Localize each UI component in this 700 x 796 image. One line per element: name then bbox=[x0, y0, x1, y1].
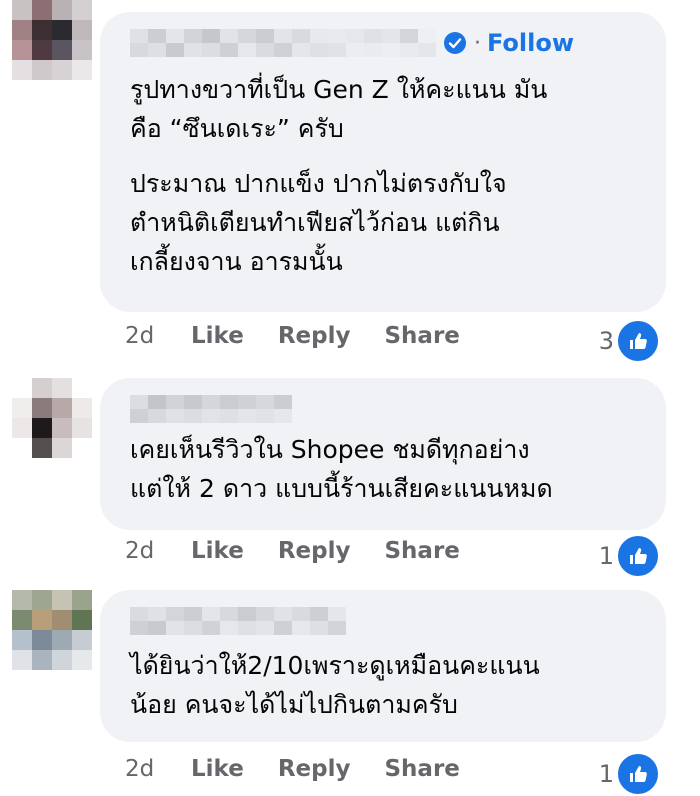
author-row: · Follow bbox=[130, 26, 574, 60]
comment-text: ได้ยินว่าให้2/10เพราะดูเหมือนคะแนน น้อย … bbox=[130, 646, 646, 724]
comment-line: น้อย คนจะได้ไม่ไปกินตามครับ bbox=[130, 690, 458, 719]
reply-button[interactable]: Reply bbox=[278, 538, 351, 564]
thumbs-up-icon bbox=[616, 534, 660, 578]
reply-button[interactable]: Reply bbox=[278, 756, 351, 782]
verified-badge-icon bbox=[444, 32, 466, 54]
comment-line: รูปทางขวาที่เป็น Gen Z ให้คะแนน มัน bbox=[130, 75, 548, 104]
author-name-blurred[interactable] bbox=[130, 29, 436, 57]
thumbs-up-icon bbox=[616, 752, 660, 796]
comment-line: ได้ยินว่าให้2/10เพราะดูเหมือนคะแนน bbox=[130, 651, 540, 680]
comment-text: เคยเห็นรีวิวใน Shopee ชมดีทุกอย่าง แต่ให… bbox=[130, 430, 646, 508]
comment-bubble: เคยเห็นรีวิวใน Shopee ชมดีทุกอย่าง แต่ให… bbox=[100, 378, 666, 530]
reaction-count: 3 bbox=[598, 327, 614, 355]
reaction-summary[interactable]: 3 bbox=[599, 319, 660, 363]
comment-actions: 2d Like Reply Share bbox=[125, 323, 494, 349]
comment-actions: 2d Like Reply Share bbox=[125, 756, 494, 782]
comment-bubble: ได้ยินว่าให้2/10เพราะดูเหมือนคะแนน น้อย … bbox=[100, 590, 666, 742]
avatar[interactable] bbox=[12, 590, 92, 670]
reaction-summary[interactable]: 1 bbox=[599, 752, 660, 796]
comment-line: แต่ให้ 2 ดาว แบบนี้ร้านเสียคะแนนหมด bbox=[130, 474, 553, 503]
share-button[interactable]: Share bbox=[384, 323, 459, 349]
comment-line: เคยเห็นรีวิวใน Shopee ชมดีทุกอย่าง bbox=[130, 435, 530, 464]
share-button[interactable]: Share bbox=[384, 756, 459, 782]
reply-button[interactable]: Reply bbox=[278, 323, 351, 349]
comment-line: คือ “ซึนเดเระ” ครับ bbox=[130, 114, 344, 143]
author-row bbox=[130, 392, 292, 426]
like-button[interactable]: Like bbox=[191, 323, 244, 349]
comment-line: เกลี้ยงจาน อารมนั้น bbox=[130, 247, 343, 276]
separator-dot: · bbox=[474, 30, 481, 56]
author-row bbox=[130, 604, 346, 638]
timestamp[interactable]: 2d bbox=[125, 756, 191, 782]
comment-text: รูปทางขวาที่เป็น Gen Z ให้คะแนน มัน คือ … bbox=[130, 70, 646, 281]
like-button[interactable]: Like bbox=[191, 756, 244, 782]
author-name-blurred[interactable] bbox=[130, 607, 346, 635]
comment-line: ตำหนิติเตียนทำเฟียสไว้ก่อน แต่กิน bbox=[130, 208, 500, 237]
follow-button[interactable]: Follow bbox=[487, 29, 574, 57]
avatar[interactable] bbox=[12, 0, 92, 80]
timestamp[interactable]: 2d bbox=[125, 538, 191, 564]
reaction-count: 1 bbox=[598, 542, 614, 570]
avatar[interactable] bbox=[12, 378, 92, 458]
like-button[interactable]: Like bbox=[191, 538, 244, 564]
author-name-blurred[interactable] bbox=[130, 395, 292, 423]
timestamp[interactable]: 2d bbox=[125, 323, 191, 349]
share-button[interactable]: Share bbox=[384, 538, 459, 564]
comment-bubble: · Follow รูปทางขวาที่เป็น Gen Z ให้คะแนน… bbox=[100, 12, 666, 312]
reaction-count: 1 bbox=[598, 760, 614, 788]
comment-actions: 2d Like Reply Share bbox=[125, 538, 494, 564]
thumbs-up-icon bbox=[616, 319, 660, 363]
reaction-summary[interactable]: 1 bbox=[599, 534, 660, 578]
comment-line: ประมาณ ปากแข็ง ปากไม่ตรงกับใจ bbox=[130, 169, 507, 198]
